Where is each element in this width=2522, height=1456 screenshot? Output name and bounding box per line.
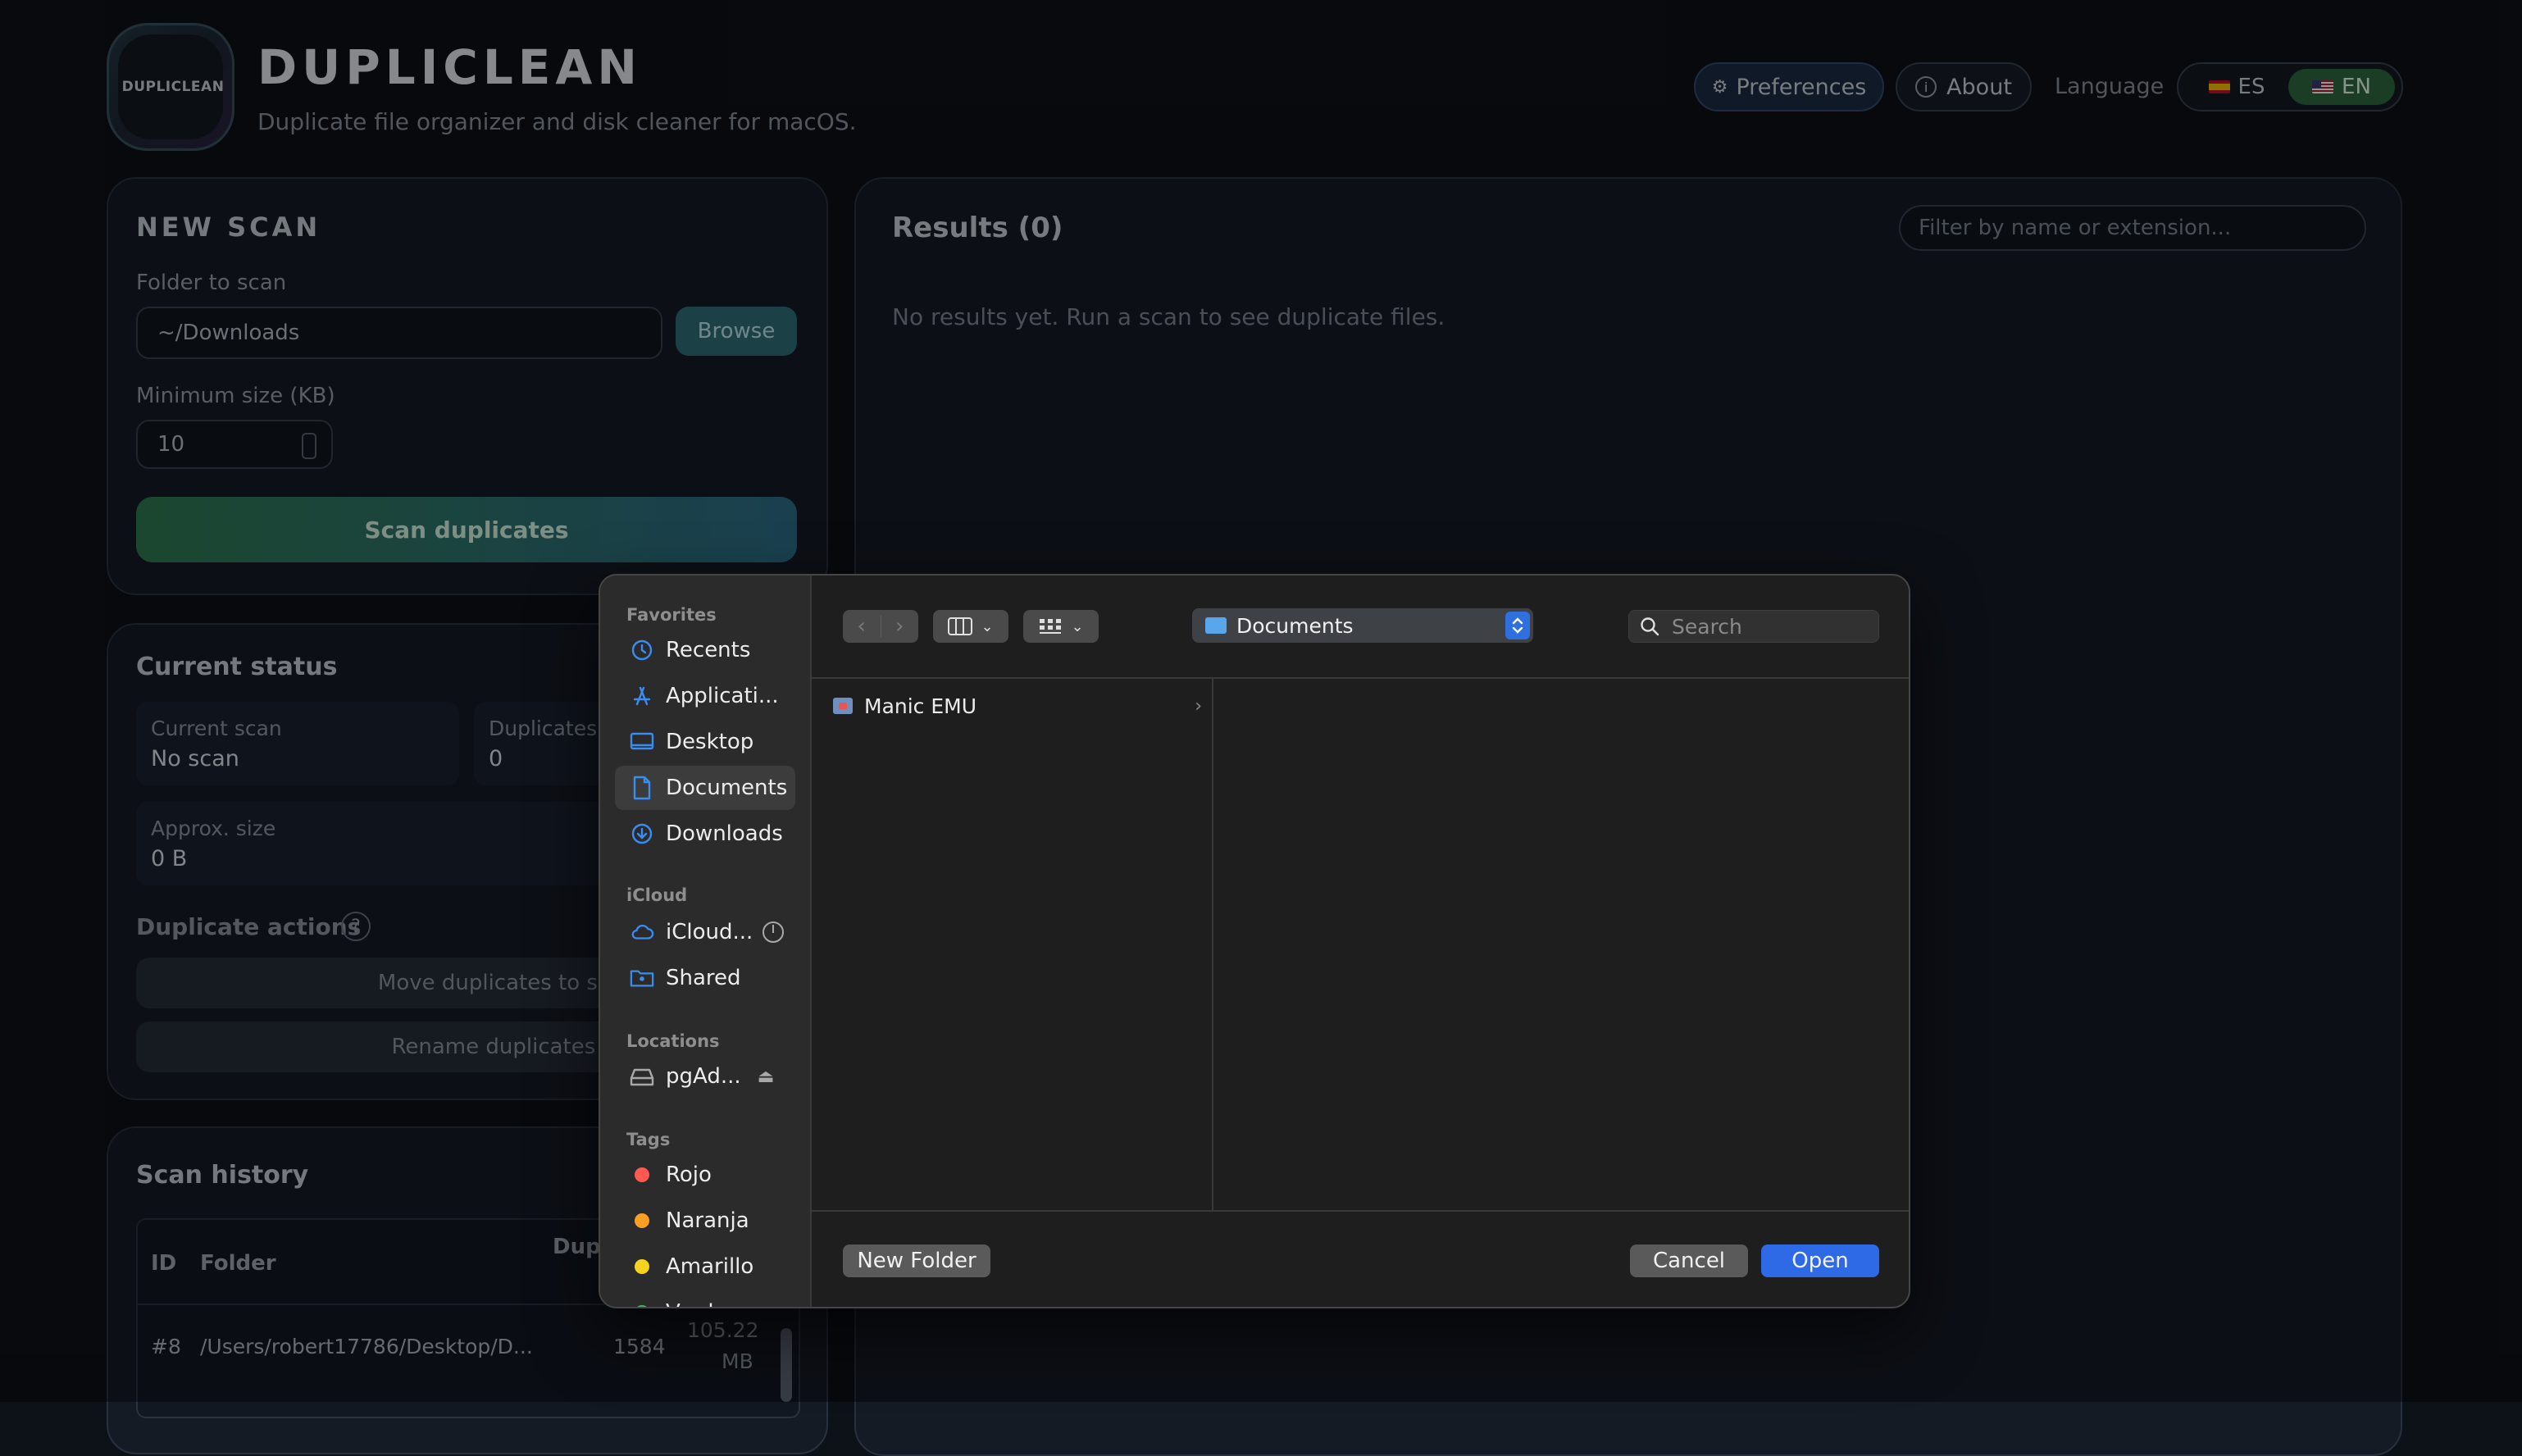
- sidebar-item-shared[interactable]: Shared: [615, 956, 795, 1000]
- dialog-search-placeholder: Search: [1672, 614, 1742, 639]
- sidebar-tag-rojo[interactable]: Rojo: [615, 1153, 795, 1197]
- toolbar-divider: [812, 677, 1909, 679]
- sidebar-item-icloud-drive[interactable]: iCloud...: [615, 910, 795, 954]
- icloud-heading: iCloud: [626, 885, 688, 905]
- chevron-down-icon: ⌄: [1071, 617, 1084, 635]
- sync-progress-icon: [763, 921, 785, 943]
- open-file-dialog: Favorites Recents Applicati... Desktop D…: [599, 574, 1910, 1308]
- column-separator[interactable]: [1212, 679, 1213, 1212]
- sidebar-item-downloads[interactable]: Downloads: [615, 812, 795, 856]
- shared-folder-icon: [630, 966, 654, 990]
- sidebar-item-label: Naranja: [666, 1208, 749, 1233]
- sidebar-item-label: Recents: [666, 638, 751, 662]
- tags-heading: Tags: [626, 1130, 671, 1149]
- back-arrow-icon[interactable]: ‹: [843, 614, 881, 639]
- favorites-heading: Favorites: [626, 605, 717, 625]
- sidebar-item-label: Desktop: [666, 730, 754, 754]
- view-mode-button[interactable]: ⌄: [933, 610, 1008, 643]
- back-forward-buttons: ‹ ›: [843, 610, 918, 643]
- search-icon: [1641, 617, 1659, 636]
- sidebar-item-documents[interactable]: Documents: [615, 766, 795, 810]
- applications-icon: [630, 684, 654, 708]
- eject-icon[interactable]: ⏏: [758, 1067, 775, 1087]
- chevron-down-icon: ⌄: [981, 617, 994, 635]
- desktop-icon: [630, 730, 654, 754]
- locations-heading: Locations: [626, 1031, 720, 1051]
- group-by-button[interactable]: ⌄: [1023, 610, 1099, 643]
- sidebar-item-label: Applicati...: [666, 684, 779, 708]
- red-tag-icon: [635, 1167, 649, 1182]
- sidebar-item-label: Amarillo: [666, 1254, 754, 1279]
- dialog-search-input[interactable]: Search: [1628, 610, 1879, 643]
- location-popup[interactable]: Documents: [1192, 608, 1533, 643]
- location-popup-label: Documents: [1236, 613, 1354, 638]
- yellow-tag-icon: [635, 1259, 649, 1274]
- columns-view-icon: [948, 617, 973, 635]
- dialog-sidebar: Favorites Recents Applicati... Desktop D…: [600, 576, 812, 1307]
- sidebar-item-label: Downloads: [666, 821, 783, 846]
- sidebar-item-label: Rojo: [666, 1163, 712, 1187]
- app-folder-icon: [833, 698, 853, 714]
- clock-icon: [630, 638, 654, 662]
- sidebar-item-desktop[interactable]: Desktop: [615, 720, 795, 764]
- sidebar-tag-amarillo[interactable]: Amarillo: [615, 1244, 795, 1289]
- list-item[interactable]: Manic EMU ›: [825, 689, 1202, 723]
- footer-divider: [812, 1210, 1909, 1212]
- updown-chevron-icon: [1505, 612, 1530, 639]
- cloud-icon: [630, 920, 654, 944]
- sidebar-item-label: iCloud...: [666, 920, 753, 944]
- sidebar-item-label: Shared: [666, 966, 741, 990]
- download-icon: [630, 821, 654, 846]
- document-icon: [630, 776, 654, 800]
- drive-icon: [630, 1064, 654, 1089]
- new-folder-button[interactable]: New Folder: [843, 1244, 990, 1277]
- folder-icon: [1205, 617, 1227, 634]
- forward-arrow-icon[interactable]: ›: [881, 614, 918, 639]
- grid-icon: [1040, 619, 1062, 634]
- sidebar-item-recents[interactable]: Recents: [615, 628, 795, 672]
- sidebar-item-label: Verde: [666, 1300, 727, 1307]
- cancel-button[interactable]: Cancel: [1630, 1244, 1748, 1277]
- chevron-right-icon: ›: [1195, 695, 1202, 717]
- orange-tag-icon: [635, 1213, 649, 1228]
- sidebar-item-label: Documents: [666, 776, 788, 800]
- sidebar-item-applications[interactable]: Applicati...: [615, 674, 795, 718]
- sidebar-item-label: pgAd...: [666, 1064, 741, 1089]
- green-tag-icon: [635, 1305, 649, 1307]
- file-name: Manic EMU: [864, 694, 977, 718]
- sidebar-tag-naranja[interactable]: Naranja: [615, 1199, 795, 1243]
- open-button[interactable]: Open: [1761, 1244, 1879, 1277]
- sidebar-tag-verde[interactable]: Verde: [615, 1290, 795, 1307]
- sidebar-item-pgadmin-volume[interactable]: pgAd... ⏏: [615, 1054, 795, 1099]
